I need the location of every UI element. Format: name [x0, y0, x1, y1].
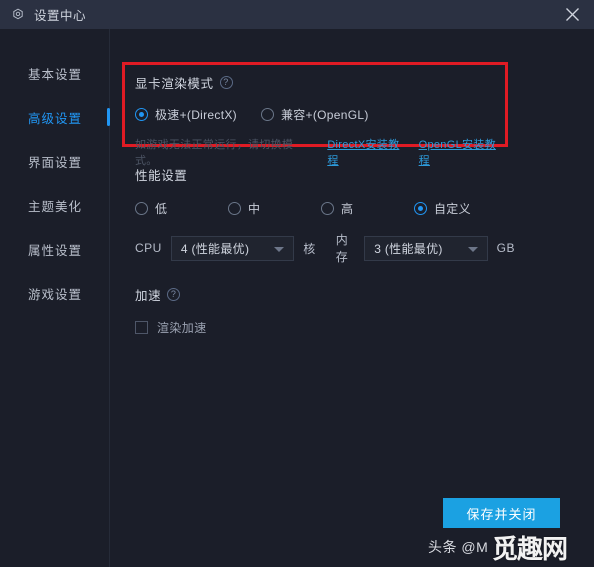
acceleration-title-row: 加速 ?	[135, 285, 435, 304]
help-icon[interactable]: ?	[219, 76, 233, 89]
content-panel: 显卡渲染模式 ? 极速+(DirectX) 兼容+(OpenGL) 如游戏无法正…	[111, 29, 594, 567]
radio-custom[interactable]: 自定义	[414, 200, 507, 217]
performance-section: 性能设置 低 中 高 自定义 CPU 4 (性能最优) 核 内存 3 (性能最优…	[135, 165, 515, 265]
performance-title: 性能设置	[135, 169, 188, 183]
radio-dot	[228, 202, 241, 215]
active-indicator	[107, 108, 110, 126]
help-icon[interactable]: ?	[167, 288, 181, 301]
radio-dot	[321, 202, 334, 215]
chevron-down-icon	[467, 246, 478, 252]
gear-icon	[13, 8, 23, 19]
memory-select[interactable]: 3 (性能最优)	[364, 235, 488, 261]
sidebar-item-label: 属性设置	[28, 243, 83, 258]
radio-dot	[260, 108, 274, 121]
render-accel-label: 渲染加速	[157, 321, 207, 335]
save-and-close-button[interactable]: 保存并关闭	[443, 498, 560, 528]
performance-inputs: CPU 4 (性能最优) 核 内存 3 (性能最优) GB	[135, 231, 515, 265]
sidebar-item-label: 主题美化	[28, 199, 83, 214]
memory-unit: GB	[496, 241, 516, 255]
acceleration-title: 加速	[135, 289, 162, 303]
memory-label: 内存	[335, 233, 349, 264]
sidebar-item-properties[interactable]: 属性设置	[0, 227, 109, 271]
sidebar-item-game[interactable]: 游戏设置	[0, 271, 109, 315]
sidebar-item-interface[interactable]: 界面设置	[0, 139, 109, 183]
radio-dot	[135, 108, 148, 121]
render-mode-options: 极速+(DirectX) 兼容+(OpenGL)	[135, 106, 505, 123]
opengl-tutorial-link[interactable]: OpenGL安装教程	[419, 136, 505, 168]
radio-dot	[135, 202, 148, 215]
watermark-logo: 觅趣网	[492, 534, 568, 564]
sidebar-item-label: 基本设置	[28, 67, 83, 82]
radio-opengl[interactable]: 兼容+(OpenGL)	[260, 106, 369, 123]
radio-label: 自定义	[434, 202, 471, 216]
render-mode-section: 显卡渲染模式 ? 极速+(DirectX) 兼容+(OpenGL) 如游戏无法正…	[135, 73, 505, 168]
sidebar-item-label: 界面设置	[28, 155, 83, 170]
radio-dot	[414, 202, 427, 215]
radio-directx[interactable]: 极速+(DirectX)	[135, 106, 237, 123]
performance-options: 低 中 高 自定义	[135, 200, 515, 217]
memory-select-value: 3 (性能最优)	[374, 241, 443, 256]
directx-tutorial-link[interactable]: DirectX安装教程	[327, 136, 408, 168]
radio-low[interactable]: 低	[135, 200, 228, 217]
sidebar-item-basic[interactable]: 基本设置	[0, 51, 109, 95]
render-accel-checkbox-row[interactable]: 渲染加速	[135, 319, 435, 336]
cpu-label: CPU	[135, 241, 162, 255]
sidebar-item-theme[interactable]: 主题美化	[0, 183, 109, 227]
cpu-select[interactable]: 4 (性能最优)	[170, 235, 295, 261]
chevron-down-icon	[274, 246, 285, 252]
radio-label: 高	[341, 202, 354, 216]
render-mode-title-row: 显卡渲染模式 ?	[135, 73, 505, 92]
watermark-author: 头条 @M	[428, 539, 489, 555]
sidebar-item-label: 游戏设置	[28, 287, 83, 302]
radio-label: 低	[155, 202, 168, 216]
render-mode-hint: 如游戏无法正常运行，请切换模式。	[135, 139, 294, 167]
radio-high[interactable]: 高	[321, 200, 414, 217]
acceleration-section: 加速 ? 渲染加速	[135, 285, 435, 336]
radio-label: 中	[248, 202, 261, 216]
sidebar: 基本设置 高级设置 界面设置 主题美化 属性设置 游戏设置	[0, 29, 110, 567]
sidebar-item-advanced[interactable]: 高级设置	[0, 95, 110, 139]
close-icon	[565, 8, 579, 21]
render-mode-hint-row: 如游戏无法正常运行，请切换模式。 DirectX安装教程 OpenGL安装教程	[135, 136, 505, 168]
render-accel-checkbox[interactable]	[135, 321, 148, 334]
close-button[interactable]	[550, 0, 594, 29]
settings-window: 设置中心 基本设置 高级设置 界面设置 主题美化 属性设置 游戏设置 显卡渲染模…	[0, 0, 594, 567]
cpu-select-value: 4 (性能最优)	[180, 241, 250, 256]
performance-title-row: 性能设置	[135, 165, 515, 184]
radio-label: 兼容+(OpenGL)	[280, 108, 369, 122]
radio-label: 极速+(DirectX)	[155, 108, 237, 122]
window-title: 设置中心	[34, 9, 87, 23]
cpu-unit: 核	[303, 241, 316, 256]
sidebar-item-label: 高级设置	[28, 111, 83, 126]
render-mode-title: 显卡渲染模式	[135, 77, 214, 91]
title-bar: 设置中心	[0, 0, 594, 29]
radio-medium[interactable]: 中	[228, 200, 321, 217]
